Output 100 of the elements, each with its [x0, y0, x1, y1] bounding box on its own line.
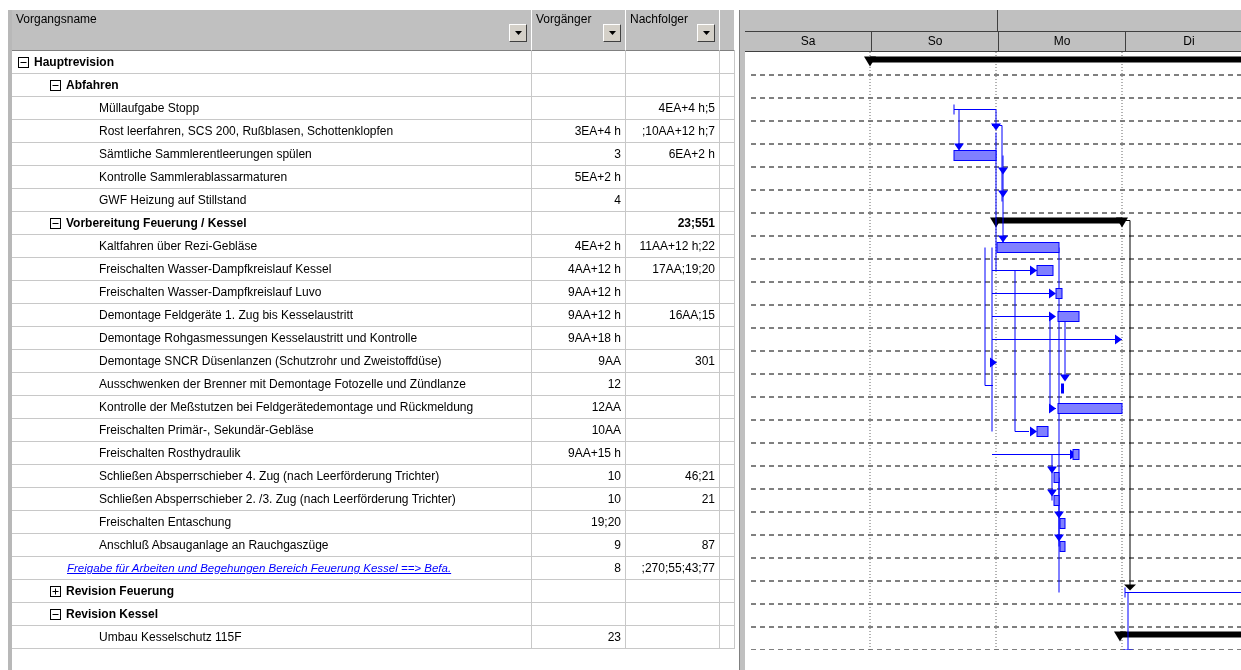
- filter-dropdown-button[interactable]: [509, 24, 527, 42]
- task-name: Umbau Kesselschutz 115F: [99, 630, 242, 644]
- task-name: Freischalten Wasser-Dampfkreislauf Luvo: [99, 285, 322, 299]
- caret-icon: [608, 31, 616, 35]
- predecessors-cell: 4EA+2 h: [532, 235, 626, 258]
- task-name: Kontrolle Sammlerablassarmaturen: [99, 170, 288, 184]
- table-cell: [720, 488, 735, 511]
- expand-icon[interactable]: [50, 585, 61, 597]
- timescale-day: Mo: [999, 32, 1126, 51]
- predecessors-cell: 12: [532, 373, 626, 396]
- predecessors-cell: 10: [532, 465, 626, 488]
- timescale-day: Sa: [745, 32, 872, 51]
- table-cell: [720, 74, 735, 97]
- task-name: Freischalten Entaschung: [99, 515, 232, 529]
- summary-task-name: Vorbereitung Feuerung / Kessel: [66, 216, 247, 230]
- predecessors-cell: 9AA: [532, 350, 626, 373]
- predecessors-cell: 3EA+4 h: [532, 120, 626, 143]
- table-cell: [720, 580, 735, 603]
- caret-icon: [702, 31, 710, 35]
- task-name: Rost leerfahren, SCS 200, Rußblasen, Schottenklopfen: [99, 124, 394, 138]
- timescale-day: So: [872, 32, 999, 51]
- column-header: [720, 10, 735, 51]
- table-cell: [720, 258, 735, 281]
- predecessors-cell: 12AA: [532, 396, 626, 419]
- successors-cell: 46;21: [626, 465, 720, 488]
- task-name: Müllaufgabe Stopp: [99, 101, 200, 115]
- task-name: Ausschwenken der Brenner mit Demontage Fotozelle und Zündlanze: [99, 377, 466, 391]
- predecessors-cell: 9AA+15 h: [532, 442, 626, 465]
- task-name: Freischalten Rosthydraulik: [99, 446, 241, 460]
- successors-cell: 87: [626, 534, 720, 557]
- table-cell: [720, 120, 735, 143]
- successors-cell: 17AA;19;20: [626, 258, 720, 281]
- task-name: Freischalten Wasser-Dampfkreislauf Kessel: [99, 262, 332, 276]
- predecessors-cell: 19;20: [532, 511, 626, 534]
- table-cell: [720, 511, 735, 534]
- successors-cell: 16AA;15: [626, 304, 720, 327]
- summary-task-name: Revision Feuerung: [66, 584, 175, 598]
- collapse-icon[interactable]: [50, 217, 61, 229]
- successors-cell: ;10AA+12 h;7: [626, 120, 720, 143]
- filter-dropdown-button[interactable]: [697, 24, 715, 42]
- table-cell: [720, 212, 735, 235]
- table-cell: [720, 327, 735, 350]
- predecessors-cell: 9: [532, 534, 626, 557]
- successors-cell: 4EA+4 h;5: [626, 97, 720, 120]
- summary-task-name: Hauptrevision: [34, 55, 114, 69]
- task-name: Demontage Feldgeräte 1. Zug bis Kesselaustritt: [99, 308, 354, 322]
- column-header[interactable]: Nachfolger: [626, 10, 720, 51]
- task-name: Schließen Absperrschieber 2. /3. Zug (nach Leerförderung Trichter): [99, 492, 456, 506]
- predecessors-cell: 5EA+2 h: [532, 166, 626, 189]
- column-header[interactable]: Vorgänger: [532, 10, 626, 51]
- predecessors-cell: 10: [532, 488, 626, 511]
- table-cell: [720, 442, 735, 465]
- predecessors-cell: 4AA+12 h: [532, 258, 626, 281]
- task-link[interactable]: Freigabe für Arbeiten und Begehungen Bereich Feuerung Kessel ==> Befa.: [67, 562, 452, 574]
- table-cell: [720, 603, 735, 626]
- predecessors-cell: 4: [532, 189, 626, 212]
- successors-cell: 23;551: [626, 212, 720, 235]
- predecessors-cell: 9AA+12 h: [532, 281, 626, 304]
- timescale-day: Di: [1126, 32, 1241, 51]
- table-cell: [720, 304, 735, 327]
- task-name: Demontage Rohgasmessungen Kesselaustritt und Kontrolle: [99, 331, 418, 345]
- successors-cell: 21: [626, 488, 720, 511]
- table-cell: [720, 626, 735, 649]
- predecessors-cell: 23: [532, 626, 626, 649]
- filter-dropdown-button[interactable]: [603, 24, 621, 42]
- table-cell: [720, 396, 735, 419]
- predecessors-cell: 3: [532, 143, 626, 166]
- table-cell: [720, 166, 735, 189]
- table-cell: [720, 281, 735, 304]
- successors-cell: 11AA+12 h;22: [626, 235, 720, 258]
- table-cell: [720, 143, 735, 166]
- task-name: Sämtliche Sammlerentleerungen spülen: [99, 147, 312, 161]
- table-cell: [720, 189, 735, 212]
- task-name: Demontage SNCR Düsenlanzen (Schutzrohr und Zweistoffdüse): [99, 354, 442, 368]
- collapse-icon[interactable]: [50, 608, 61, 620]
- successors-cell: 6EA+2 h: [626, 143, 720, 166]
- collapse-icon[interactable]: [18, 56, 29, 68]
- table-cell: [720, 557, 735, 580]
- predecessors-cell: 9AA+18 h: [532, 327, 626, 350]
- table-cell: [720, 534, 735, 557]
- summary-task-name: Abfahren: [66, 78, 119, 92]
- predecessors-cell: 9AA+12 h: [532, 304, 626, 327]
- task-name: Anschluß Absauganlage an Rauchgaszüge: [99, 538, 329, 552]
- predecessors-cell: 8: [532, 557, 626, 580]
- table-cell: [720, 350, 735, 373]
- table-cell: [720, 235, 735, 258]
- collapse-icon[interactable]: [50, 79, 61, 91]
- task-name: Schließen Absperrschieber 4. Zug (nach Leerförderung Trichter): [99, 469, 440, 483]
- predecessors-cell: 10AA: [532, 419, 626, 442]
- table-cell: [720, 465, 735, 488]
- successors-cell: 301: [626, 350, 720, 373]
- task-name: Freischalten Primär-, Sekundär-Gebläse: [99, 423, 314, 437]
- table-cell: [720, 97, 735, 120]
- caret-icon: [514, 31, 522, 35]
- table-cell: [720, 419, 735, 442]
- column-header[interactable]: Vorgangsname: [12, 10, 532, 51]
- table-cell: [720, 373, 735, 396]
- task-name: Kontrolle der Meßstutzen bei Feldgerätedemontage und Rückmeldung: [99, 400, 474, 414]
- task-name: Kaltfahren über Rezi-Gebläse: [99, 239, 258, 253]
- table-cell: [720, 51, 735, 74]
